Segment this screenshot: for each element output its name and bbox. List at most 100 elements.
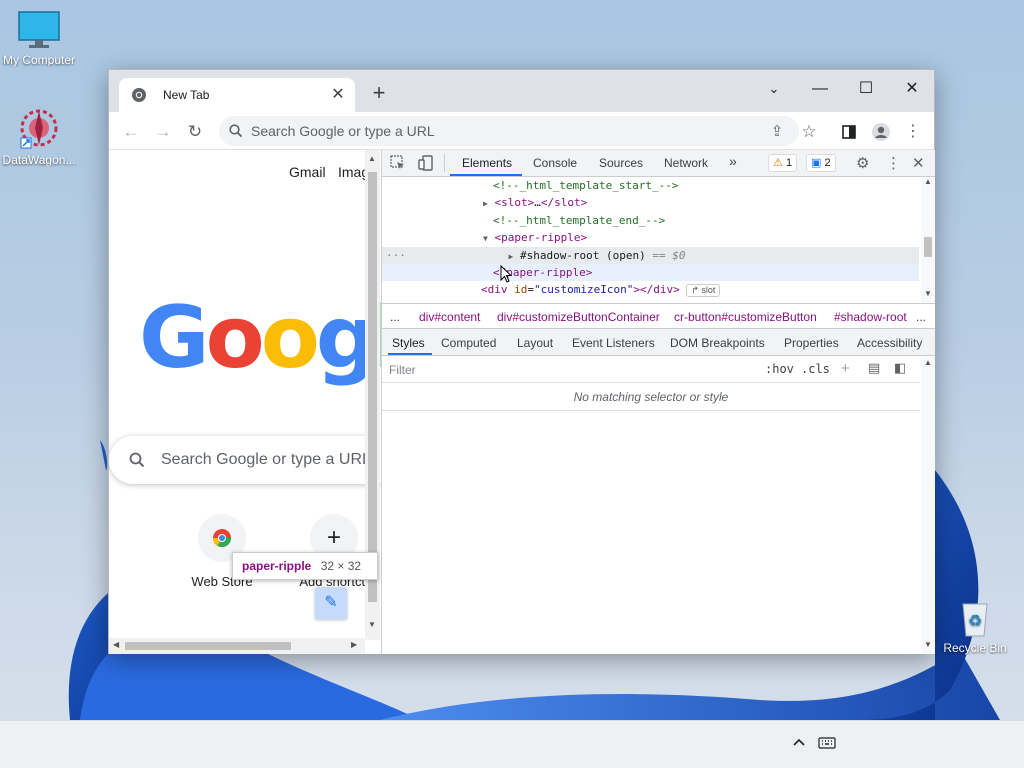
dom-tree-scrollbar[interactable]: ▲ ▼ xyxy=(921,177,935,303)
subtab-properties[interactable]: Properties xyxy=(784,336,839,350)
maximize-button[interactable]: ☐ xyxy=(843,74,889,104)
subtab-accessibility[interactable]: Accessibility xyxy=(857,336,922,350)
messages-count: 2 xyxy=(824,157,831,169)
browser-toolbar: ← → ↻ Search Google or type a URL ⇪ ☆ ⋮ xyxy=(109,112,934,150)
close-tab-icon[interactable]: ✕ xyxy=(329,86,347,104)
element-tooltip: paper-ripple 32 × 32 xyxy=(232,552,378,580)
minimize-button[interactable]: — xyxy=(797,74,843,104)
taskbar xyxy=(0,720,1024,768)
desktop-icon-label: My Computer xyxy=(2,53,76,67)
breadcrumb-overflow-right[interactable]: ... xyxy=(916,310,926,324)
share-icon[interactable]: ⇪ xyxy=(765,120,789,144)
more-tabs-icon[interactable]: » xyxy=(729,153,737,169)
dom-node-selected[interactable]: ··· ▶ #shadow-root (open) == $0 xyxy=(382,247,919,264)
tab-search-chevron-icon[interactable]: ⌄ xyxy=(751,74,797,104)
active-tab-indicator xyxy=(450,174,522,176)
desktop-icon-label: Recycle Bin xyxy=(943,641,1007,655)
devtools-menu-icon[interactable]: ⋮ xyxy=(886,154,901,172)
subtab-styles[interactable]: Styles xyxy=(392,336,425,350)
forward-arrow-icon[interactable]: → xyxy=(151,120,175,144)
reload-icon[interactable]: ↻ xyxy=(183,120,207,144)
dom-node[interactable]: ▶ <slot>…</slot> xyxy=(382,194,919,211)
gmail-link[interactable]: Gmail xyxy=(289,164,326,180)
dom-node[interactable]: </paper-ripple> xyxy=(382,264,919,281)
tooltip-dimensions: 32 × 32 xyxy=(320,559,362,573)
breadcrumb-item[interactable]: cr-button#customizeButton xyxy=(674,310,817,324)
omnibox-placeholder: Search Google or type a URL xyxy=(251,123,435,139)
settings-gear-icon[interactable]: ⚙ xyxy=(856,154,869,172)
tab-sources[interactable]: Sources xyxy=(599,156,643,170)
desktop-icon-recycle-bin[interactable]: ♻ Recycle Bin xyxy=(936,598,1014,655)
warnings-badge[interactable]: ⚠ 1 xyxy=(768,154,798,172)
chrome-icon xyxy=(132,88,146,102)
dom-node[interactable]: <div id="customizeIcon"></div> ↱ slot xyxy=(382,281,919,298)
breadcrumb: ... div#content div#customizeButtonConta… xyxy=(382,303,935,329)
tooltip-tag-name: paper-ripple xyxy=(242,559,312,573)
hov-toggle[interactable]: :hov xyxy=(765,362,794,376)
devtools-main-tabs: Elements Console Sources Network » ⚠ 1 ▣… xyxy=(382,150,935,177)
desktop-icon-datawagon[interactable]: DataWagon... xyxy=(0,108,78,167)
close-window-button[interactable]: ✕ xyxy=(889,74,935,104)
back-arrow-icon[interactable]: ← xyxy=(119,120,143,144)
dom-node[interactable]: ▼ <paper-ripple> xyxy=(382,229,919,246)
page-horizontal-scrollbar[interactable]: ◀ ▶ xyxy=(109,638,365,654)
customize-pencil-icon[interactable]: ✎ xyxy=(315,587,347,619)
cls-toggle[interactable]: .cls xyxy=(801,362,830,376)
messages-badge[interactable]: ▣ 2 xyxy=(806,154,836,172)
tab-elements[interactable]: Elements xyxy=(462,156,512,170)
dom-tree: <!--_html_template_start_--> ▶ <slot>…</… xyxy=(382,177,935,303)
new-style-rule-icon[interactable]: + xyxy=(841,360,850,377)
desktop-icon-label: DataWagon... xyxy=(2,153,76,167)
warnings-count: 1 xyxy=(785,157,793,169)
show-hidden-icons-chevron-icon[interactable] xyxy=(792,735,806,752)
collapse-triangle-icon[interactable]: ▼ xyxy=(483,234,488,243)
devtools-panel: Elements Console Sources Network » ⚠ 1 ▣… xyxy=(381,150,935,654)
bookmark-star-icon[interactable]: ☆ xyxy=(797,120,821,144)
google-logo: Googl xyxy=(139,288,381,388)
breadcrumb-overflow-left[interactable]: ... xyxy=(390,310,400,324)
side-panel-icon[interactable] xyxy=(837,120,861,144)
styles-pane-scrollbar[interactable]: ▲ ▼ xyxy=(921,356,935,654)
breadcrumb-item[interactable]: div#customizeButtonContainer xyxy=(497,310,660,324)
node-actions-ellipsis-icon[interactable]: ··· xyxy=(386,249,406,262)
keyboard-icon[interactable] xyxy=(818,737,836,752)
omnibox[interactable]: Search Google or type a URL xyxy=(219,116,799,146)
expand-triangle-icon[interactable]: ▶ xyxy=(483,199,488,208)
breadcrumb-item[interactable]: #shadow-root xyxy=(834,310,910,324)
desktop-icon-my-computer[interactable]: My Computer xyxy=(0,10,78,67)
breadcrumb-item[interactable]: div#content xyxy=(419,310,480,324)
expand-triangle-icon[interactable]: ▶ xyxy=(509,252,514,261)
subtab-event-listeners[interactable]: Event Listeners xyxy=(572,336,655,350)
svg-text:♻: ♻ xyxy=(968,611,982,630)
subtab-layout[interactable]: Layout xyxy=(517,336,553,350)
styles-filter-input[interactable]: Filter xyxy=(389,363,416,377)
paint-roller-icon[interactable]: ▤ xyxy=(868,360,880,376)
subtab-dom-breakpoints[interactable]: DOM Breakpoints xyxy=(670,336,765,350)
message-icon: ▣ xyxy=(811,157,822,169)
close-devtools-icon[interactable]: ✕ xyxy=(912,154,925,172)
mouse-cursor-icon xyxy=(500,265,512,283)
new-tab-button[interactable]: + xyxy=(367,82,391,106)
toggle-sidebar-icon[interactable]: ◧ xyxy=(894,360,906,376)
dom-node[interactable]: <!--_html_template_end_--> xyxy=(382,212,919,229)
active-subtab-indicator xyxy=(388,353,432,355)
slot-badge[interactable]: ↱ slot xyxy=(686,283,721,297)
ntp-search-box[interactable]: Search Google or type a URL xyxy=(109,436,381,484)
tab-console[interactable]: Console xyxy=(533,156,577,170)
subtab-computed[interactable]: Computed xyxy=(441,336,496,350)
profile-avatar-icon[interactable] xyxy=(869,120,893,144)
tab-network[interactable]: Network xyxy=(664,156,708,170)
kebab-menu-icon[interactable]: ⋮ xyxy=(901,120,925,144)
device-toolbar-icon[interactable] xyxy=(418,155,434,174)
search-icon xyxy=(229,124,243,138)
tab-strip: New Tab ✕ + ⌄ — ☐ ✕ xyxy=(109,70,934,112)
styles-filter-bar: Filter :hov .cls + ▤ ◧ xyxy=(382,356,920,383)
inspect-element-icon[interactable] xyxy=(390,155,406,174)
ntp-search-placeholder: Search Google or type a URL xyxy=(161,451,371,468)
search-icon xyxy=(129,452,145,468)
tab-new-tab[interactable]: New Tab ✕ xyxy=(119,78,355,112)
monitor-icon xyxy=(18,11,60,48)
recycle-bin-icon: ♻ xyxy=(962,603,988,637)
warning-icon: ⚠ xyxy=(773,157,783,169)
dom-node[interactable]: <!--_html_template_start_--> xyxy=(382,177,919,194)
